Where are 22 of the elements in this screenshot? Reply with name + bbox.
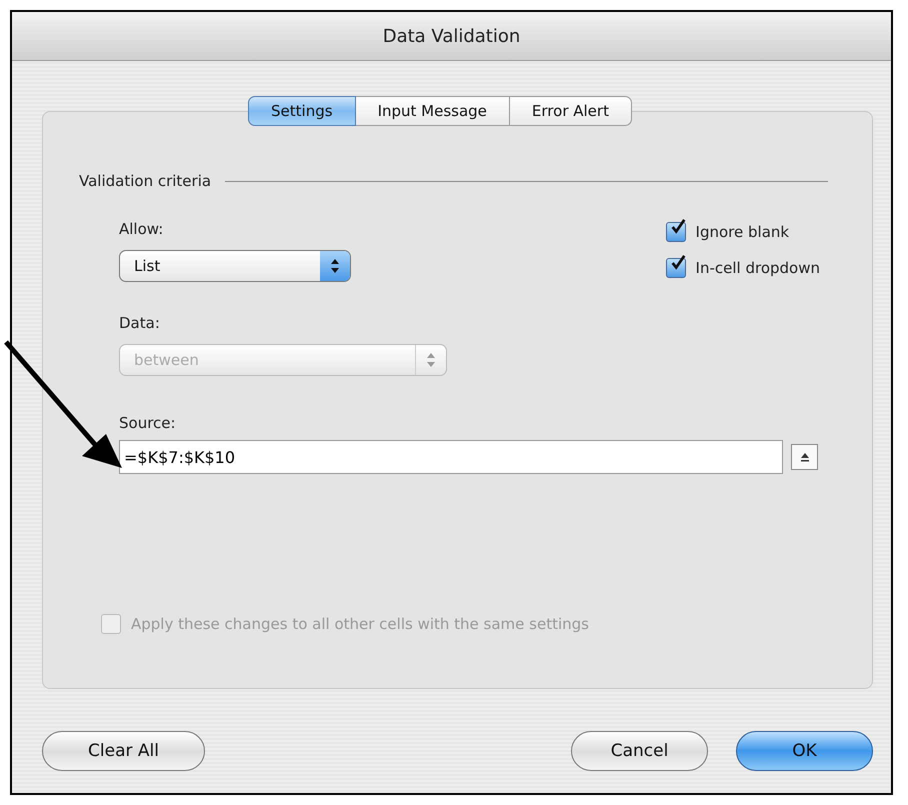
tab[interactable]: Error Alert [510,96,632,126]
checkbox-label: Ignore blank [696,223,790,241]
source-field[interactable]: =$K$7:$K$10 [119,440,783,474]
tab[interactable]: Input Message [356,96,510,126]
section-heading: Validation criteria [79,172,212,190]
tab[interactable]: Settings [248,96,356,126]
collapse-button[interactable] [791,444,818,470]
push-button[interactable]: Cancel [571,731,708,771]
up-down-arrows-icon [426,352,436,368]
field-label: Source: [119,414,176,432]
dropdown[interactable]: List [119,250,351,282]
checkbox-label: In-cell dropdown [696,259,820,277]
checkbox-label: Apply these changes to all other cells with the same settings [131,615,589,633]
checkbox[interactable] [666,258,686,278]
window-title: Data Validation [382,26,520,46]
up-down-arrows-icon [330,258,340,274]
field-label: Data: [119,314,160,332]
field-label: Allow: [119,220,164,238]
ok-button[interactable]: OK [736,731,873,771]
checkbox[interactable] [666,222,686,242]
push-button[interactable]: Clear All [42,731,205,771]
eject-icon [798,451,810,463]
